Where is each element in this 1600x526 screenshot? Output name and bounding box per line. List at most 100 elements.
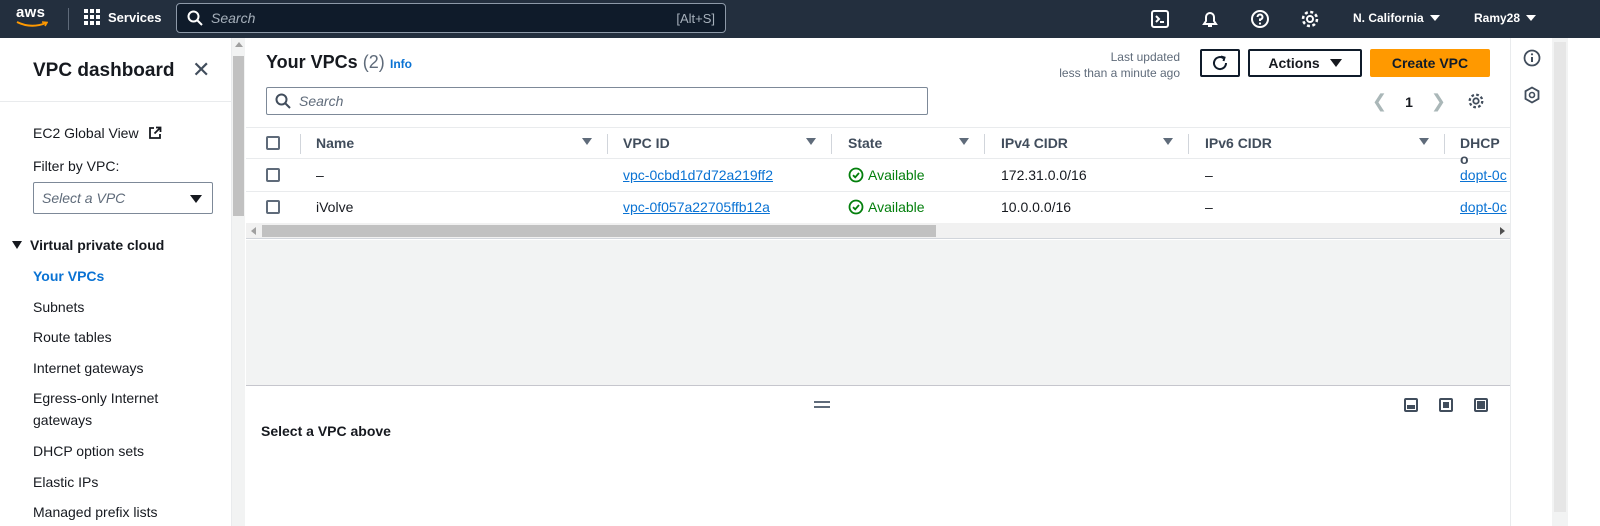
cell-vpc-id-link[interactable]: vpc-0cbd1d7d72a219ff2 (623, 167, 773, 183)
split-panel-side-icon[interactable] (1439, 398, 1453, 412)
sidebar-item-managed-prefix-lists[interactable]: Managed prefix lists (33, 501, 213, 523)
sort-caret-icon[interactable] (1419, 138, 1429, 145)
sidebar-item-dhcp-option-sets[interactable]: DHCP option sets (33, 440, 213, 462)
success-check-icon (848, 199, 864, 215)
account-label: Ramy28 (1474, 11, 1521, 25)
column-divider (300, 134, 301, 154)
sidebar-item-elastic-ips[interactable]: Elastic IPs (33, 471, 213, 493)
sort-caret-icon[interactable] (1163, 138, 1173, 145)
ec2-global-view-link[interactable]: EC2 Global View (33, 125, 162, 141)
column-header-vpc-id[interactable]: VPC ID (623, 135, 670, 151)
caret-down-icon (1329, 59, 1342, 67)
column-divider[interactable] (1444, 134, 1445, 154)
services-menu-button[interactable]: Services (84, 9, 162, 25)
chevron-right-icon[interactable]: ❯ (1431, 91, 1446, 112)
sidebar-item-internet-gateways[interactable]: Internet gateways (33, 357, 213, 379)
notifications-bell-icon[interactable] (1200, 9, 1220, 29)
account-menu[interactable]: Ramy28 (1474, 11, 1537, 25)
info-link[interactable]: Info (390, 57, 412, 71)
sidebar-title: VPC dashboard (33, 60, 175, 81)
section-virtual-private-cloud[interactable]: Virtual private cloud (12, 237, 164, 253)
page-title-text: Your VPCs (266, 52, 358, 72)
refresh-button[interactable] (1200, 49, 1240, 77)
external-link-icon (149, 126, 162, 139)
services-label: Services (108, 9, 162, 25)
column-divider[interactable] (607, 134, 608, 154)
success-check-icon (848, 167, 864, 183)
search-shortcut-hint: [Alt+S] (676, 11, 715, 26)
help-icon[interactable] (1250, 9, 1270, 29)
search-icon (275, 93, 291, 109)
sort-caret-icon[interactable] (582, 138, 592, 145)
cell-vpc-id-link[interactable]: vpc-0f057a22705ffb12a (623, 199, 770, 215)
column-header-ipv6-cidr[interactable]: IPv6 CIDR (1205, 135, 1272, 151)
scroll-right-arrow-icon[interactable] (1500, 227, 1505, 235)
cloudshell-icon[interactable] (1150, 9, 1170, 29)
aws-logo[interactable]: aws (16, 4, 52, 32)
column-header-ipv4-cidr[interactable]: IPv4 CIDR (1001, 135, 1068, 151)
row-checkbox[interactable] (266, 200, 280, 214)
filter-by-vpc-label: Filter by VPC: (33, 158, 120, 174)
actions-label: Actions (1268, 55, 1320, 71)
close-icon[interactable]: ✕ (192, 59, 210, 81)
column-header-state[interactable]: State (848, 135, 882, 151)
nav-divider (68, 8, 69, 30)
top-navigation-bar: aws Services [Alt+S] N. (0, 0, 1600, 38)
region-selector[interactable]: N. California (1353, 11, 1440, 25)
settings-gear-icon[interactable] (1300, 9, 1320, 29)
actions-dropdown-button[interactable]: Actions (1248, 49, 1362, 77)
page-scrollbar[interactable] (1552, 38, 1568, 526)
cell-dhcp-link[interactable]: dopt-0c (1460, 167, 1507, 183)
cell-dhcp-link[interactable]: dopt-0c (1460, 199, 1507, 215)
row-checkbox[interactable] (266, 168, 280, 182)
global-search-input[interactable] (211, 10, 651, 26)
page-scroll-thumb[interactable] (1554, 42, 1566, 512)
sidebar-divider (0, 101, 232, 102)
table-row[interactable]: – vpc-0cbd1d7d72a219ff2 Available 172.31… (246, 160, 1510, 192)
chevron-left-icon[interactable]: ❮ (1372, 91, 1387, 112)
cell-ipv4-cidr: 10.0.0.0/16 (1001, 199, 1072, 215)
sidebar-scroll-thumb[interactable] (233, 56, 244, 216)
create-vpc-button[interactable]: Create VPC (1370, 49, 1490, 77)
sort-caret-icon[interactable] (959, 138, 969, 145)
info-icon[interactable] (1523, 49, 1541, 67)
cell-state: Available (848, 167, 925, 183)
sort-caret-icon[interactable] (806, 138, 816, 145)
sidebar-scrollbar[interactable] (232, 38, 245, 526)
table-horizontal-scrollbar[interactable] (246, 223, 1510, 239)
state-label: Available (868, 167, 925, 183)
split-panel-full-icon[interactable] (1474, 398, 1488, 412)
horizontal-scroll-thumb[interactable] (262, 225, 936, 237)
cell-ipv6-cidr: – (1205, 167, 1213, 183)
cell-name: iVolve (316, 199, 354, 215)
column-divider[interactable] (831, 134, 832, 154)
scroll-up-arrow-icon[interactable] (235, 42, 243, 47)
select-all-checkbox[interactable] (266, 136, 280, 150)
column-divider[interactable] (984, 134, 985, 154)
vpc-search-input[interactable] (299, 93, 899, 109)
table-preferences-gear-icon[interactable] (1467, 92, 1485, 110)
table-empty-area (246, 240, 1510, 386)
table-row[interactable]: iVolve vpc-0f057a22705ffb12a Available 1… (246, 192, 1510, 224)
column-divider[interactable] (1188, 134, 1189, 154)
last-updated-value: less than a minute ago (1059, 66, 1180, 80)
column-header-name[interactable]: Name (316, 135, 354, 151)
vpc-count: (2) (362, 52, 385, 72)
global-search-box[interactable]: [Alt+S] (176, 3, 726, 33)
sidebar-item-your-vpcs[interactable]: Your VPCs (33, 265, 213, 287)
sidebar-item-subnets[interactable]: Subnets (33, 296, 213, 318)
vpc-search-box[interactable] (266, 87, 928, 115)
split-panel-message: Select a VPC above (261, 423, 391, 439)
split-panel-bottom-icon[interactable] (1404, 398, 1418, 412)
scroll-left-arrow-icon[interactable] (251, 227, 256, 235)
current-page-number[interactable]: 1 (1405, 94, 1413, 110)
pagination: ❮ 1 ❯ (1372, 91, 1446, 112)
vpc-filter-placeholder: Select a VPC (42, 190, 126, 206)
resize-handle-icon[interactable] (814, 401, 830, 411)
hexagon-feedback-icon[interactable] (1523, 86, 1541, 104)
vpc-filter-select[interactable]: Select a VPC (33, 182, 213, 214)
aws-smile-icon (16, 21, 48, 27)
sidebar-item-egress-only-internet-gateways[interactable]: Egress-only Internet gateways (33, 387, 193, 431)
aws-logo-text: aws (16, 4, 46, 21)
sidebar-item-route-tables[interactable]: Route tables (33, 326, 213, 348)
